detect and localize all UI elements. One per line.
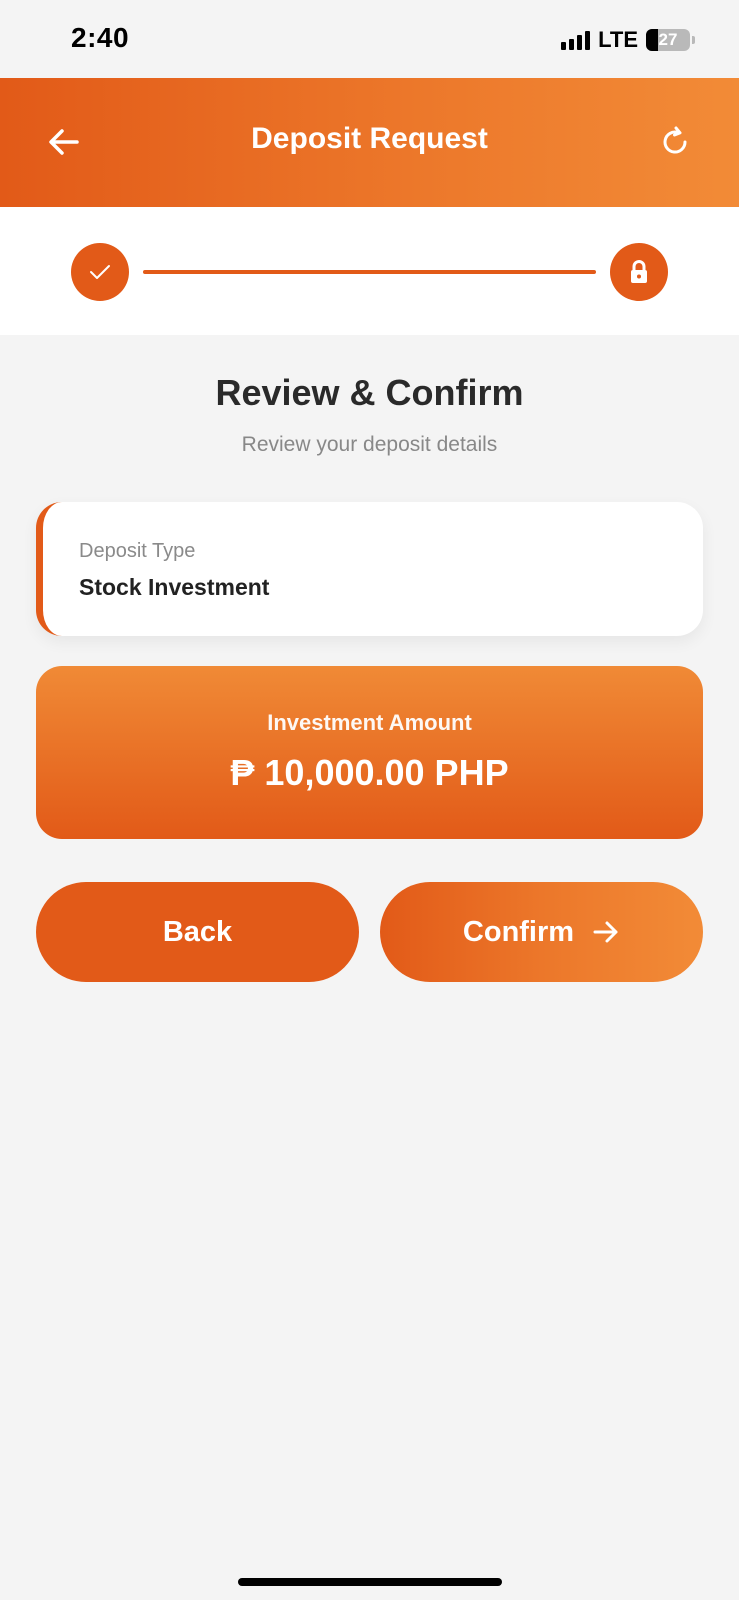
signal-icon — [561, 30, 591, 50]
battery-icon: 27 — [646, 29, 690, 51]
app-header: Deposit Request — [0, 78, 739, 207]
status-time: 2:40 — [71, 22, 130, 53]
refresh-button[interactable] — [647, 114, 703, 170]
status-bar: 2:40 LTE 27 — [0, 0, 739, 78]
deposit-type-label: Deposit Type — [79, 540, 196, 562]
investment-amount-value: ₱ 10,000.00 PHP — [230, 752, 509, 793]
arrow-right-icon — [593, 921, 618, 943]
review-subtitle: Review your deposit details — [241, 433, 498, 456]
review-title: Review & Confirm — [215, 372, 524, 413]
page-title: Deposit Request — [251, 122, 488, 155]
lock-icon — [631, 260, 647, 283]
battery-cap — [692, 36, 695, 44]
step-completed — [71, 243, 129, 301]
back-action-button[interactable]: Back — [36, 882, 359, 982]
status-indicators: LTE 27 — [561, 27, 695, 53]
investment-amount-card: Investment Amount ₱ 10,000.00 PHP — [36, 666, 703, 839]
progress-stepper — [0, 207, 739, 335]
step-connector — [143, 270, 596, 274]
confirm-button[interactable]: Confirm — [380, 882, 703, 982]
network-type: LTE — [598, 27, 638, 52]
deposit-type-value: Stock Investment — [79, 574, 270, 600]
home-indicator[interactable] — [238, 1578, 502, 1586]
back-button-label: Back — [162, 915, 233, 948]
refresh-icon — [663, 126, 687, 154]
confirm-button-label: Confirm — [462, 915, 575, 948]
investment-amount-label: Investment Amount — [267, 710, 472, 735]
battery-percent: 27 — [658, 30, 678, 49]
check-icon — [90, 265, 110, 279]
deposit-type-card: Deposit Type Stock Investment — [36, 502, 703, 636]
step-locked — [610, 243, 668, 301]
